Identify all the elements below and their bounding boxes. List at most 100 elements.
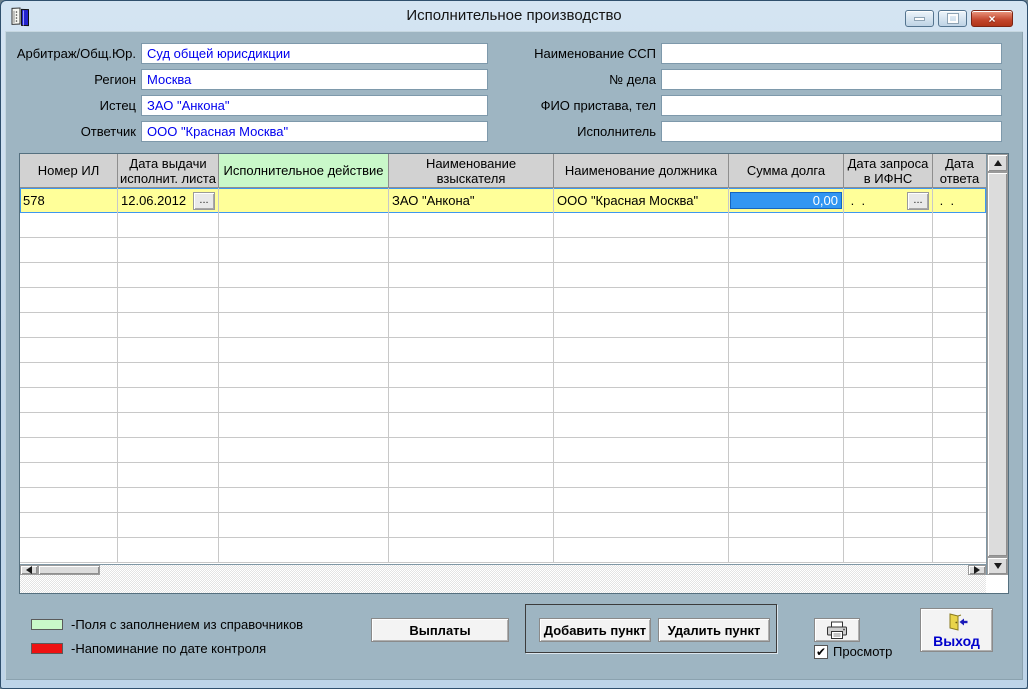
scroll-down-button[interactable] xyxy=(987,557,1008,575)
empty-cell xyxy=(219,538,389,563)
region-input[interactable] xyxy=(141,69,488,90)
empty-cell xyxy=(118,363,219,388)
empty-cell xyxy=(844,238,933,263)
col-header-debtor[interactable]: Наименование должника xyxy=(554,154,729,188)
empty-cell xyxy=(389,438,554,463)
empty-cell xyxy=(219,263,389,288)
label-executor: Исполнитель xyxy=(495,124,656,140)
col-header-action[interactable]: Исполнительное действие xyxy=(219,154,389,188)
preview-checkbox-row[interactable]: ✔ Просмотр xyxy=(814,644,892,659)
scroll-up-button[interactable] xyxy=(987,154,1008,172)
empty-cell xyxy=(219,463,389,488)
empty-cell xyxy=(219,438,389,463)
vertical-scrollbar[interactable] xyxy=(986,154,1008,575)
empty-cell xyxy=(729,413,844,438)
empty-cell xyxy=(554,363,729,388)
cell-issue-date[interactable]: 12.06.2012 ... xyxy=(118,188,219,213)
item-buttons-groupbox: Добавить пункт Удалить пункт xyxy=(525,604,777,653)
scroll-right-icon xyxy=(974,566,980,574)
empty-table-row xyxy=(20,238,986,263)
empty-cell xyxy=(844,263,933,288)
empty-cell xyxy=(554,488,729,513)
cell-claimant[interactable]: ЗАО "Анкона" xyxy=(389,188,554,213)
legend-red-swatch xyxy=(31,643,63,654)
empty-cell xyxy=(933,388,986,413)
delete-item-button[interactable]: Удалить пункт xyxy=(658,618,770,642)
scroll-left-button[interactable] xyxy=(20,565,38,575)
empty-cell xyxy=(729,388,844,413)
col-header-ifns-request[interactable]: Дата запроса в ИФНС xyxy=(844,154,933,188)
empty-table-row xyxy=(20,388,986,413)
close-button[interactable]: × xyxy=(971,10,1013,27)
cell-number[interactable]: 578 xyxy=(20,188,118,213)
empty-cell xyxy=(389,263,554,288)
empty-cell xyxy=(118,513,219,538)
cell-answer-date[interactable]: . . xyxy=(933,188,986,213)
empty-cell xyxy=(118,463,219,488)
empty-cell xyxy=(933,463,986,488)
label-bailiff: ФИО пристава, тел xyxy=(495,98,656,114)
cell-debtor[interactable]: ООО "Красная Москва" xyxy=(554,188,729,213)
scrollbar-corner xyxy=(20,575,986,593)
plaintiff-input[interactable] xyxy=(141,95,488,116)
col-header-claimant[interactable]: Наименование взыскателя xyxy=(389,154,554,188)
horizontal-scrollbar[interactable] xyxy=(20,564,986,575)
table-row[interactable]: 578 12.06.2012 ... ЗАО "Анкона" ООО "Кра… xyxy=(20,188,986,213)
empty-table-row xyxy=(20,338,986,363)
executor-input[interactable] xyxy=(661,121,1002,142)
cell-ifns-request-date[interactable]: . . ... xyxy=(844,188,933,213)
ssp-name-input[interactable] xyxy=(661,43,1002,64)
empty-cell xyxy=(729,438,844,463)
minimize-button[interactable] xyxy=(905,10,934,27)
horizontal-scroll-thumb[interactable] xyxy=(38,565,100,575)
court-type-input[interactable] xyxy=(141,43,488,64)
empty-table-row xyxy=(20,213,986,238)
empty-cell xyxy=(389,313,554,338)
issue-date-picker-button[interactable]: ... xyxy=(193,192,215,210)
exit-button[interactable]: Выход xyxy=(920,608,993,652)
empty-cell xyxy=(844,513,933,538)
ifns-date-picker-button[interactable]: ... xyxy=(907,192,929,210)
empty-cell xyxy=(20,238,118,263)
empty-cell xyxy=(844,288,933,313)
empty-table-row xyxy=(20,288,986,313)
empty-cell xyxy=(118,313,219,338)
empty-cell xyxy=(389,238,554,263)
scroll-right-button[interactable] xyxy=(968,565,986,575)
empty-cell xyxy=(219,488,389,513)
empty-cell xyxy=(219,288,389,313)
payments-button[interactable]: Выплаты xyxy=(371,618,509,642)
print-button[interactable] xyxy=(814,618,860,642)
horizontal-scroll-track[interactable] xyxy=(100,565,968,575)
defendant-input[interactable] xyxy=(141,121,488,142)
maximize-button[interactable] xyxy=(938,10,967,27)
col-header-answer-date[interactable]: Дата ответа xyxy=(933,154,986,188)
titlebar[interactable]: Исполнительное производство × xyxy=(1,1,1027,31)
add-item-button[interactable]: Добавить пункт xyxy=(539,618,651,642)
empty-cell xyxy=(20,263,118,288)
cell-action[interactable] xyxy=(219,188,389,213)
cell-debt-amount[interactable]: 0,00 xyxy=(729,188,844,213)
empty-cell xyxy=(20,513,118,538)
col-header-number[interactable]: Номер ИЛ xyxy=(20,154,118,188)
preview-checkbox[interactable]: ✔ xyxy=(814,645,828,659)
empty-cell xyxy=(554,263,729,288)
empty-cell xyxy=(219,313,389,338)
col-header-debt-amount[interactable]: Сумма долга xyxy=(729,154,844,188)
debt-amount-editor[interactable]: 0,00 xyxy=(730,192,842,209)
empty-table-row xyxy=(20,513,986,538)
empty-cell xyxy=(219,363,389,388)
minimize-icon xyxy=(914,17,925,21)
empty-cell xyxy=(933,363,986,388)
empty-cell xyxy=(933,263,986,288)
empty-cell xyxy=(389,513,554,538)
case-number-input[interactable] xyxy=(661,69,1002,90)
empty-cell xyxy=(118,488,219,513)
col-header-issue-date[interactable]: Дата выдачи исполнит. листа xyxy=(118,154,219,188)
empty-cell xyxy=(118,288,219,313)
bailiff-input[interactable] xyxy=(661,95,1002,116)
empty-cell xyxy=(118,238,219,263)
vertical-scroll-thumb[interactable] xyxy=(987,172,1008,557)
empty-cell xyxy=(844,413,933,438)
empty-cell xyxy=(554,438,729,463)
